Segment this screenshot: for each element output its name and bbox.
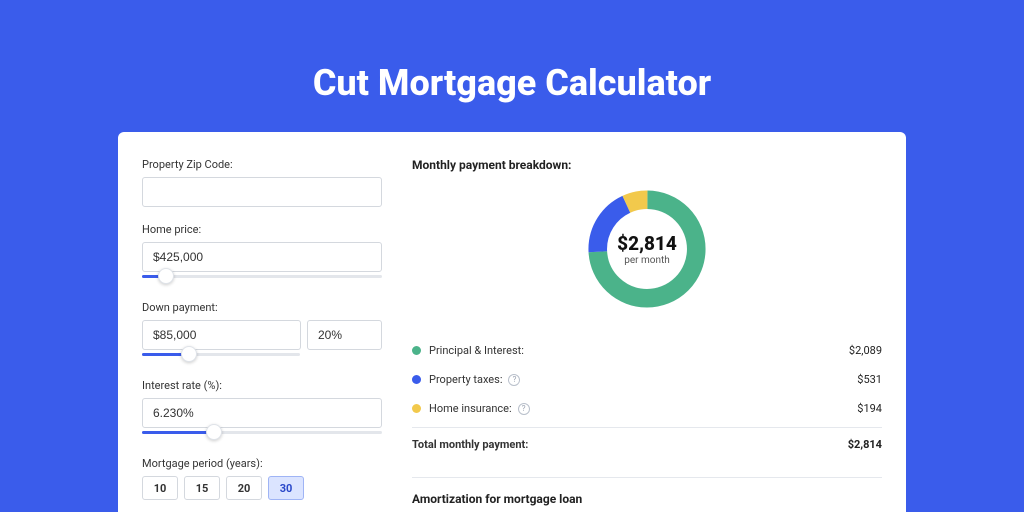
payment-donut-chart: $2,814 per month [582, 184, 712, 314]
field-interest-rate: Interest rate (%): [142, 379, 382, 441]
breakdown-name: Principal & Interest: [429, 344, 524, 357]
down-payment-label: Down payment: [142, 301, 382, 314]
breakdown-row-insurance: Home insurance:? $194 [412, 394, 882, 423]
down-payment-slider[interactable] [142, 349, 300, 363]
breakdown-panel: Monthly payment breakdown: $2,814 per mo… [412, 158, 882, 512]
period-options: 10 15 20 30 [142, 476, 382, 500]
home-price-slider-thumb[interactable] [158, 268, 174, 284]
donut-center: $2,814 per month [582, 184, 712, 314]
home-price-input[interactable] [142, 242, 382, 272]
breakdown-row-taxes: Property taxes:? $531 [412, 365, 882, 394]
interest-rate-label: Interest rate (%): [142, 379, 382, 392]
zip-label: Property Zip Code: [142, 158, 382, 171]
calculator-card: Property Zip Code: Home price: Down paym… [118, 132, 906, 512]
home-price-slider[interactable] [142, 271, 382, 285]
breakdown-name: Home insurance: [429, 402, 512, 415]
field-home-price: Home price: [142, 223, 382, 285]
breakdown-name: Property taxes: [429, 373, 502, 386]
field-zip: Property Zip Code: [142, 158, 382, 207]
info-icon[interactable]: ? [508, 374, 520, 386]
breakdown-row-principal: Principal & Interest: $2,089 [412, 336, 882, 365]
period-option-10[interactable]: 10 [142, 476, 178, 500]
down-payment-pct-input[interactable] [307, 320, 382, 350]
breakdown-value: $194 [857, 402, 882, 415]
donut-center-amount: $2,814 [617, 232, 677, 255]
field-down-payment: Down payment: [142, 301, 382, 363]
period-option-30[interactable]: 30 [268, 476, 304, 500]
down-payment-slider-thumb[interactable] [181, 346, 197, 362]
divider [412, 477, 882, 478]
period-label: Mortgage period (years): [142, 457, 382, 470]
down-payment-amount-input[interactable] [142, 320, 301, 350]
info-icon[interactable]: ? [518, 403, 530, 415]
period-option-15[interactable]: 15 [184, 476, 220, 500]
interest-rate-slider[interactable] [142, 427, 382, 441]
page-title: Cut Mortgage Calculator [0, 0, 1024, 132]
breakdown-total-name: Total monthly payment: [412, 438, 528, 451]
donut-center-sub: per month [624, 255, 670, 266]
period-option-20[interactable]: 20 [226, 476, 262, 500]
dot-icon [412, 404, 421, 413]
breakdown-row-total: Total monthly payment: $2,814 [412, 427, 882, 459]
donut-wrap: $2,814 per month [412, 184, 882, 314]
breakdown-value: $2,089 [849, 344, 882, 357]
home-price-label: Home price: [142, 223, 382, 236]
zip-input[interactable] [142, 177, 382, 207]
dot-icon [412, 346, 421, 355]
form-panel: Property Zip Code: Home price: Down paym… [142, 158, 382, 512]
interest-rate-slider-thumb[interactable] [206, 424, 222, 440]
breakdown-total-value: $2,814 [848, 438, 882, 451]
interest-rate-slider-fill [142, 431, 214, 434]
breakdown-heading: Monthly payment breakdown: [412, 158, 882, 172]
dot-icon [412, 375, 421, 384]
interest-rate-input[interactable] [142, 398, 382, 428]
amortization-heading: Amortization for mortgage loan [412, 492, 882, 506]
field-period: Mortgage period (years): 10 15 20 30 [142, 457, 382, 500]
breakdown-value: $531 [857, 373, 882, 386]
